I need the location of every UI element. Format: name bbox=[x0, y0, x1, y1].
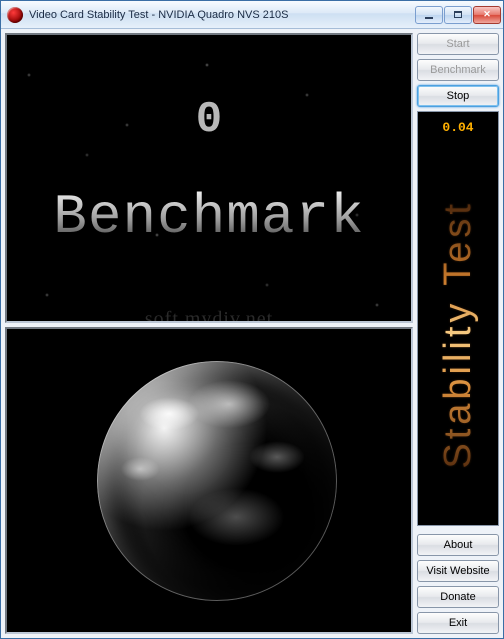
titlebar[interactable]: Video Card Stability Test - NVIDIA Quadr… bbox=[1, 1, 503, 29]
window-controls: ✕ bbox=[415, 6, 501, 24]
starfield-bg bbox=[7, 35, 411, 321]
client-area: 0 Benchmark soft.mydiv.net Start Benchma… bbox=[1, 29, 503, 638]
exit-button[interactable]: Exit bbox=[417, 612, 499, 634]
about-button[interactable]: About bbox=[417, 534, 499, 556]
maximize-button[interactable] bbox=[444, 6, 472, 24]
left-column: 0 Benchmark soft.mydiv.net bbox=[5, 33, 413, 634]
globe-graphic bbox=[97, 361, 337, 601]
benchmark-button[interactable]: Benchmark bbox=[417, 59, 499, 81]
watermark-text: soft.mydiv.net bbox=[7, 308, 411, 323]
globe-viewport bbox=[5, 327, 413, 634]
close-button[interactable]: ✕ bbox=[473, 6, 501, 24]
app-window: Video Card Stability Test - NVIDIA Quadr… bbox=[0, 0, 504, 639]
start-button[interactable]: Start bbox=[417, 33, 499, 55]
frame-counter: 0 bbox=[7, 95, 411, 145]
benchmark-viewport: 0 Benchmark soft.mydiv.net bbox=[5, 33, 413, 323]
visit-website-button[interactable]: Visit Website bbox=[417, 560, 499, 582]
window-title: Video Card Stability Test - NVIDIA Quadr… bbox=[29, 9, 415, 21]
benchmark-overlay-text: Benchmark bbox=[7, 185, 411, 249]
app-icon bbox=[7, 7, 23, 23]
bottom-button-group: About Visit Website Donate Exit bbox=[417, 534, 499, 634]
minimize-icon bbox=[425, 17, 433, 19]
right-column: Start Benchmark Stop 0.04 Stability Test… bbox=[417, 33, 499, 634]
logo-text: Stability Test bbox=[437, 200, 480, 469]
stability-test-logo: Stability Test bbox=[418, 152, 498, 517]
minimize-button[interactable] bbox=[415, 6, 443, 24]
maximize-icon bbox=[454, 11, 462, 18]
donate-button[interactable]: Donate bbox=[417, 586, 499, 608]
close-icon: ✕ bbox=[483, 10, 491, 19]
fps-readout: 0.04 bbox=[442, 120, 473, 135]
side-logo-panel: 0.04 Stability Test bbox=[417, 111, 499, 526]
stop-button[interactable]: Stop bbox=[417, 85, 499, 107]
